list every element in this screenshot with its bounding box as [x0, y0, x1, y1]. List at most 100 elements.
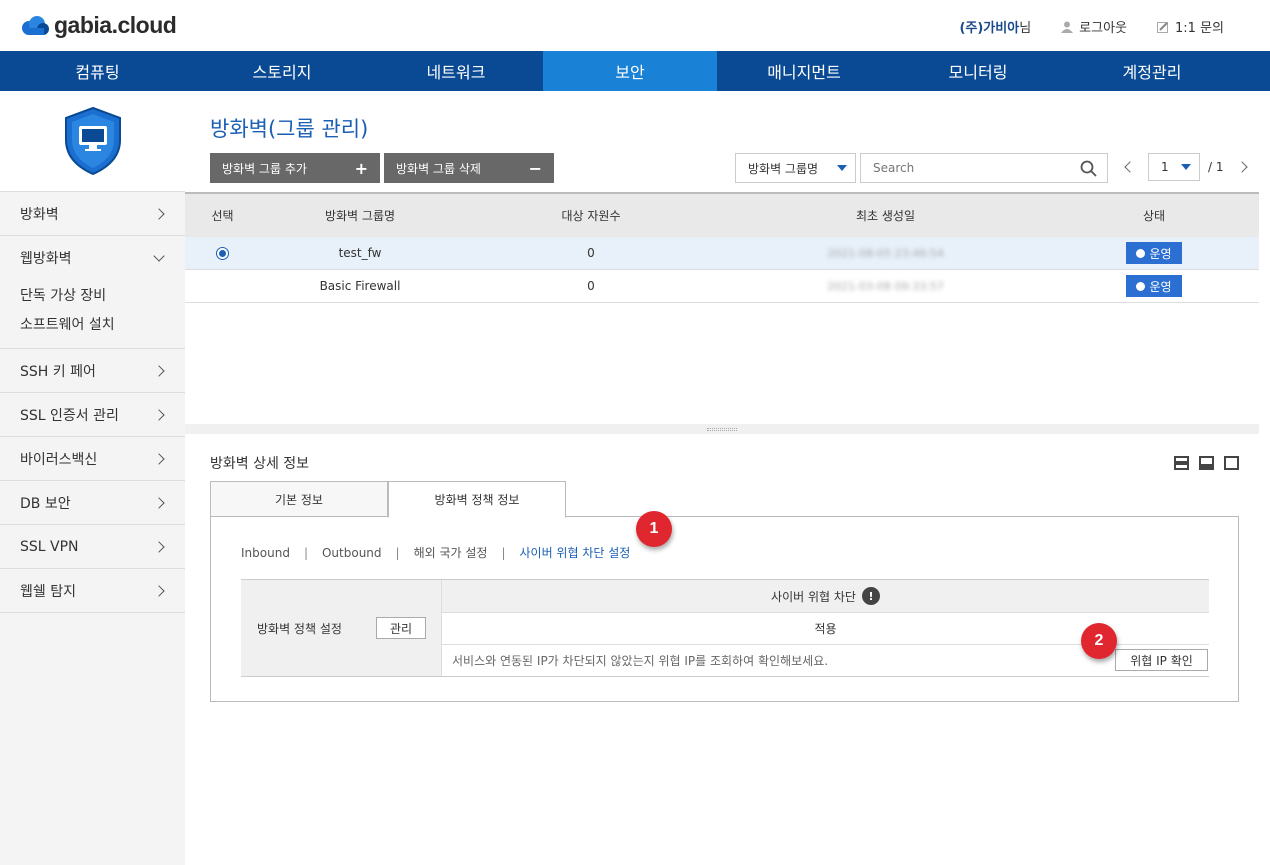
gnb-computing[interactable]: 컴퓨팅 — [0, 51, 195, 91]
detail-title: 방화벽 상세 정보 — [210, 456, 310, 472]
col-group-name[interactable]: 방화벽 그룹명 — [260, 207, 460, 224]
status-dot-icon — [1136, 248, 1146, 258]
split-bottom-icon[interactable] — [1199, 456, 1214, 470]
cyber-threat-header: 사이버 위협 차단 ! — [442, 580, 1209, 613]
chevron-right-icon — [153, 364, 165, 377]
tab-basic-info[interactable]: 기본 정보 — [210, 481, 388, 517]
step-badge-1: 1 — [636, 511, 672, 547]
page-title: 방화벽(그룹 관리) — [210, 117, 369, 141]
sidebar-item-webshell[interactable]: 웹쉘 탐지 — [0, 569, 185, 613]
logout-link[interactable]: 로그아웃 — [1061, 17, 1127, 36]
info-icon[interactable]: ! — [861, 587, 880, 605]
view-toggle — [1174, 456, 1239, 470]
security-hero — [0, 91, 185, 192]
policy-table: 방화벽 정책 설정 관리 사이버 위협 차단 ! 적용 서비스와 연동된 IP가… — [241, 579, 1209, 677]
row-radio[interactable] — [216, 247, 229, 260]
sidebar-item-ssl-cert[interactable]: SSL 인증서 관리 — [0, 393, 185, 437]
col-status[interactable]: 상태 — [1049, 207, 1259, 224]
page-total: / 1 — [1208, 160, 1224, 174]
maximize-icon[interactable] — [1224, 456, 1239, 470]
next-page-icon[interactable] — [1235, 161, 1248, 173]
resource-count: 0 — [587, 246, 595, 260]
gnb-storage[interactable]: 스토리지 — [195, 51, 369, 91]
sidebar-item-antivirus[interactable]: 바이러스백신 — [0, 437, 185, 481]
gnb-management[interactable]: 매니지먼트 — [717, 51, 891, 91]
global-nav: 컴퓨팅 스토리지 네트워크 보안 매니지먼트 모니터링 계정관리 — [0, 51, 1270, 91]
caret-down-icon — [837, 165, 847, 171]
sidebar-group-waf: 웹방화벽 단독 가상 장비 소프트웨어 설치 — [0, 236, 185, 349]
table-row[interactable]: Basic Firewall 0 2021-03-08 09:33:57 운영 — [185, 270, 1259, 303]
caret-down-icon — [1181, 164, 1191, 170]
chevron-right-icon — [153, 584, 165, 597]
split-top-icon[interactable] — [1174, 456, 1189, 470]
created-date: 2021-03-08 09:33:57 — [827, 280, 944, 293]
subnav-cyber-threat[interactable]: 사이버 위협 차단 설정 — [520, 544, 631, 561]
plus-icon: + — [354, 158, 368, 178]
chevron-right-icon — [153, 452, 165, 465]
top-bar: gabia.cloud (주)가비아님 로그아웃 1:1 문의 — [0, 0, 1270, 51]
cloud-logo-icon — [22, 15, 49, 35]
logo[interactable]: gabia.cloud — [20, 12, 177, 39]
chevron-right-icon — [153, 496, 165, 509]
subnav-outbound[interactable]: Outbound — [322, 546, 382, 560]
resize-splitter[interactable] — [185, 424, 1259, 434]
sidebar-item-ssl-vpn[interactable]: SSL VPN — [0, 525, 185, 569]
chevron-right-icon — [153, 540, 165, 553]
step-badge-2: 2 — [1081, 623, 1117, 659]
edit-icon — [1157, 21, 1169, 33]
grip-icon — [707, 427, 737, 431]
main-content: 방화벽(그룹 관리) 방화벽 그룹 추가 + 방화벽 그룹 삭제 − 방화벽 그룹명… — [185, 91, 1259, 865]
user-icon — [1061, 21, 1074, 33]
col-created[interactable]: 최초 생성일 — [722, 207, 1049, 224]
status-badge: 운영 — [1126, 275, 1182, 297]
table-header: 선택 방화벽 그룹명 대상 자원수 최초 생성일 상태 — [185, 192, 1259, 237]
add-group-button[interactable]: 방화벽 그룹 추가 + — [210, 153, 380, 183]
logo-text: gabia.cloud — [54, 12, 177, 38]
policy-panel: Inbound | Outbound | 해외 국가 설정 | 사이버 위협 차… — [210, 511, 1239, 702]
firewall-group-table: 선택 방화벽 그룹명 대상 자원수 최초 생성일 상태 test_fw 0 20… — [185, 192, 1259, 303]
gnb-monitoring[interactable]: 모니터링 — [891, 51, 1065, 91]
pagination: 1 / 1 — [1120, 153, 1252, 181]
policy-subnav: Inbound | Outbound | 해외 국가 설정 | 사이버 위협 차… — [241, 544, 631, 561]
minus-icon: − — [528, 158, 542, 178]
filter-select[interactable]: 방화벽 그룹명 — [735, 153, 856, 183]
gnb-network[interactable]: 네트워크 — [369, 51, 543, 91]
chevron-right-icon — [153, 408, 165, 421]
col-select: 선택 — [211, 209, 234, 223]
page-select[interactable]: 1 — [1148, 153, 1200, 181]
chevron-right-icon — [153, 207, 165, 220]
sidebar-item-ssh-keypair[interactable]: SSH 키 페어 — [0, 349, 185, 393]
status-badge: 운영 — [1126, 242, 1182, 264]
prev-page-icon[interactable] — [1124, 161, 1136, 173]
check-threat-ip-button[interactable]: 위협 IP 확인 — [1115, 649, 1208, 671]
col-resource-count[interactable]: 대상 자원수 — [460, 207, 722, 224]
detail-tabs: 기본 정보 방화벽 정책 정보 — [210, 481, 566, 518]
group-name: Basic Firewall — [319, 279, 401, 293]
manage-button[interactable]: 관리 — [376, 617, 426, 639]
sidebar-sub-standalone-appliance[interactable]: 단독 가상 장비 — [0, 280, 185, 309]
delete-group-button[interactable]: 방화벽 그룹 삭제 − — [384, 153, 554, 183]
policy-setting-label: 방화벽 정책 설정 — [257, 622, 342, 636]
company-name: (주)가비아님 — [959, 21, 1032, 36]
sidebar-item-firewall[interactable]: 방화벽 — [0, 192, 185, 236]
gnb-security[interactable]: 보안 — [543, 51, 717, 91]
sidebar-item-waf[interactable]: 웹방화벽 — [0, 236, 185, 280]
subnav-foreign-country[interactable]: 해외 국가 설정 — [414, 544, 488, 561]
search-icon[interactable] — [1080, 160, 1097, 177]
resource-count: 0 — [587, 279, 595, 293]
created-date: 2021-08-05 23:46:54 — [827, 247, 944, 260]
tab-policy-info[interactable]: 방화벽 정책 정보 — [388, 481, 566, 518]
sidebar-sub-software-install[interactable]: 소프트웨어 설치 — [0, 309, 185, 338]
chevron-down-icon — [153, 250, 165, 262]
policy-setting-cell: 방화벽 정책 설정 관리 — [241, 580, 442, 676]
sidebar: 방화벽 웹방화벽 단독 가상 장비 소프트웨어 설치 SSH 키 페어 SSL … — [0, 91, 185, 865]
status-dot-icon — [1136, 281, 1146, 291]
shield-monitor-icon — [64, 106, 121, 176]
gnb-account[interactable]: 계정관리 — [1065, 51, 1239, 91]
search-input[interactable] — [873, 161, 1080, 175]
group-name: test_fw — [338, 246, 382, 260]
sidebar-item-db-security[interactable]: DB 보안 — [0, 481, 185, 525]
subnav-inbound[interactable]: Inbound — [241, 546, 290, 560]
inquiry-link[interactable]: 1:1 문의 — [1157, 17, 1224, 36]
table-row[interactable]: test_fw 0 2021-08-05 23:46:54 운영 — [185, 237, 1259, 270]
